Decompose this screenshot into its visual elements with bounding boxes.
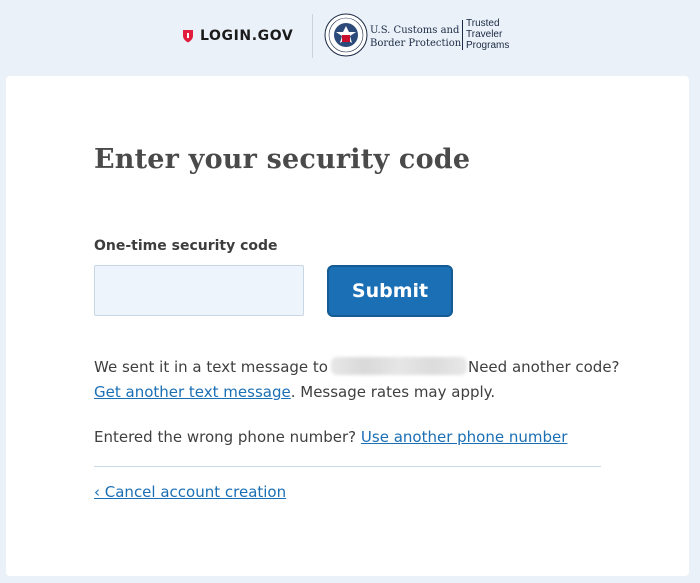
program-line-1: Trusted — [466, 18, 500, 29]
security-code-card: Enter your security code One-time securi… — [6, 76, 689, 576]
cancel-container: ‹ Cancel account creation — [94, 479, 286, 505]
code-field-label: One-time security code — [94, 238, 278, 254]
sent-message-text: We sent it in a text message to Need anot… — [94, 354, 620, 380]
agency-divider — [462, 20, 463, 50]
agency-name: U.S. Customs and Border Protection — [370, 24, 461, 50]
program-name: Trusted Traveler Programs — [466, 18, 509, 51]
dhs-seal-icon — [324, 13, 368, 57]
page-title: Enter your security code — [94, 144, 471, 175]
login-gov-logo: LOGIN.GOV — [182, 27, 293, 45]
header-divider — [312, 14, 313, 58]
submit-button[interactable]: Submit — [327, 265, 453, 317]
resend-text-link[interactable]: Get another text message — [94, 383, 291, 401]
resend-text: Get another text message. Message rates … — [94, 379, 495, 405]
sent-text-suffix: Need another code? — [467, 358, 620, 376]
cancel-account-creation-link[interactable]: ‹ Cancel account creation — [94, 483, 286, 501]
wrong-number-text: Entered the wrong phone number? Use anot… — [94, 424, 567, 450]
shield-icon — [183, 30, 193, 43]
program-line-3: Programs — [466, 40, 510, 51]
site-header: LOGIN.GOV U.S. Customs and Border Protec… — [0, 0, 700, 76]
rates-text: . Message rates may apply. — [290, 383, 496, 401]
agency-line-1: U.S. Customs and — [370, 25, 460, 36]
program-line-2: Traveler — [466, 29, 503, 40]
security-code-input[interactable] — [94, 265, 304, 316]
agency-line-2: Border Protection — [370, 38, 462, 49]
divider — [94, 466, 601, 467]
use-another-phone-link[interactable]: Use another phone number — [361, 428, 567, 446]
sent-text-prefix: We sent it in a text message to — [94, 358, 328, 376]
redacted-phone-number — [330, 357, 467, 375]
wrong-number-prompt: Entered the wrong phone number? — [94, 428, 357, 446]
login-gov-logo-text: LOGIN.GOV — [200, 28, 294, 44]
